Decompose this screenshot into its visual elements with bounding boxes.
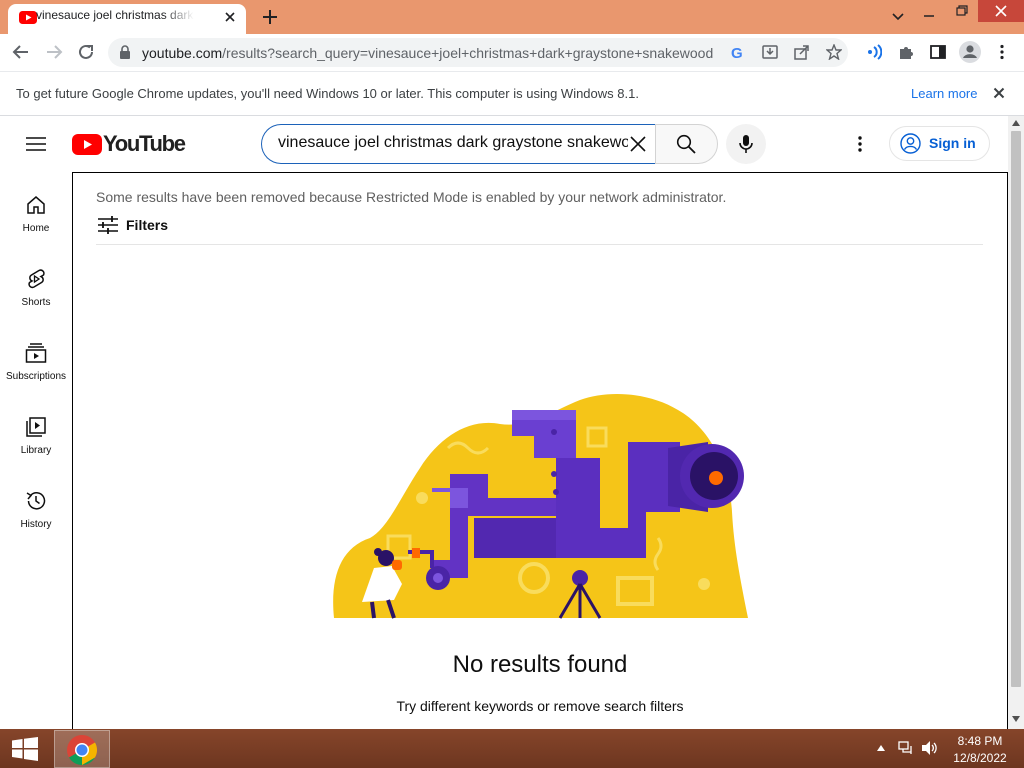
filters-button[interactable]: Filters (126, 217, 168, 233)
scroll-up-arrow-icon[interactable] (1012, 120, 1020, 126)
youtube-logo-text[interactable]: YouTube (103, 131, 186, 157)
subscriptions-icon (25, 342, 47, 364)
show-hidden-icons-icon[interactable] (877, 745, 885, 751)
new-tab-icon[interactable] (262, 9, 278, 25)
bookmark-star-icon[interactable] (826, 44, 842, 60)
shorts-icon (25, 268, 47, 290)
windows-taskbar (0, 729, 1024, 768)
youtube-logo-icon[interactable] (72, 134, 102, 155)
share-icon[interactable] (794, 44, 810, 60)
close-tab-icon[interactable] (224, 11, 236, 23)
taskbar-clock-date[interactable]: 12/8/2022 (946, 751, 1014, 765)
url-text[interactable]: youtube.com/results?search_query=vinesau… (142, 45, 713, 61)
nav-item-subscriptions[interactable]: Subscriptions (0, 334, 72, 404)
google-lens-icon[interactable]: G (730, 44, 746, 60)
nav-item-library[interactable]: Library (0, 408, 72, 478)
history-icon (25, 490, 47, 512)
search-icon[interactable] (676, 134, 696, 154)
library-icon (25, 416, 47, 438)
no-results-subtitle: Try different keywords or remove search … (396, 698, 684, 714)
settings-more-icon[interactable] (854, 136, 866, 152)
microphone-icon[interactable] (738, 134, 754, 154)
clear-search-icon[interactable] (629, 135, 647, 153)
taskbar-clock-time[interactable]: 8:48 PM (946, 734, 1014, 748)
svg-text:G: G (731, 45, 743, 60)
volume-icon[interactable] (921, 740, 939, 756)
scroll-down-arrow-icon[interactable] (1012, 716, 1020, 722)
window-close-icon (995, 5, 1007, 17)
nav-label-history: History (20, 519, 52, 530)
window-close-button[interactable] (978, 0, 1024, 22)
reload-icon[interactable] (77, 43, 95, 61)
chrome-app-icon[interactable] (66, 734, 98, 766)
nav-item-history[interactable]: History (0, 482, 72, 552)
no-results-illustration (328, 388, 752, 622)
filters-divider (96, 244, 983, 245)
account-circle-icon[interactable] (900, 133, 921, 154)
tab-search-chevron-icon[interactable] (892, 11, 904, 21)
nav-item-shorts[interactable]: Shorts (0, 260, 72, 330)
home-icon (25, 194, 47, 216)
profile-avatar-icon[interactable] (959, 41, 981, 63)
extension-wave-icon[interactable] (866, 44, 882, 60)
restricted-mode-message: Some results have been removed because R… (96, 189, 727, 205)
nav-label-library: Library (20, 445, 52, 456)
no-results-title: No results found (452, 651, 628, 678)
network-icon[interactable] (898, 740, 914, 756)
side-panel-icon[interactable] (930, 44, 946, 60)
filters-icon[interactable] (98, 216, 118, 234)
restore-icon[interactable] (955, 4, 969, 16)
close-infobar-icon[interactable] (993, 87, 1005, 99)
chrome-menu-icon[interactable] (996, 44, 1008, 60)
nav-item-home[interactable]: Home (0, 186, 72, 256)
learn-more-link[interactable]: Learn more (911, 86, 977, 101)
back-icon[interactable] (12, 43, 30, 61)
infobar-message: To get future Google Chrome updates, you… (16, 86, 639, 101)
tab-title: vinesauce joel christmas dark graystone … (36, 8, 194, 22)
forward-icon[interactable] (45, 43, 63, 61)
sign-in-label[interactable]: Sign in (929, 135, 976, 151)
search-query-text[interactable]: vinesauce joel christmas dark graystone … (278, 134, 628, 152)
scrollbar-thumb[interactable] (1011, 131, 1021, 687)
nav-label-shorts: Shorts (21, 297, 51, 308)
guide-menu-icon[interactable] (26, 136, 46, 152)
nav-label-subscriptions: Subscriptions (5, 371, 67, 382)
minimize-icon[interactable] (922, 10, 936, 20)
lock-icon[interactable] (119, 45, 131, 59)
install-app-icon[interactable] (762, 44, 778, 60)
youtube-favicon-icon (19, 11, 37, 24)
windows-start-icon[interactable] (12, 737, 38, 761)
nav-label-home: Home (22, 223, 50, 234)
extensions-puzzle-icon[interactable] (898, 44, 914, 60)
